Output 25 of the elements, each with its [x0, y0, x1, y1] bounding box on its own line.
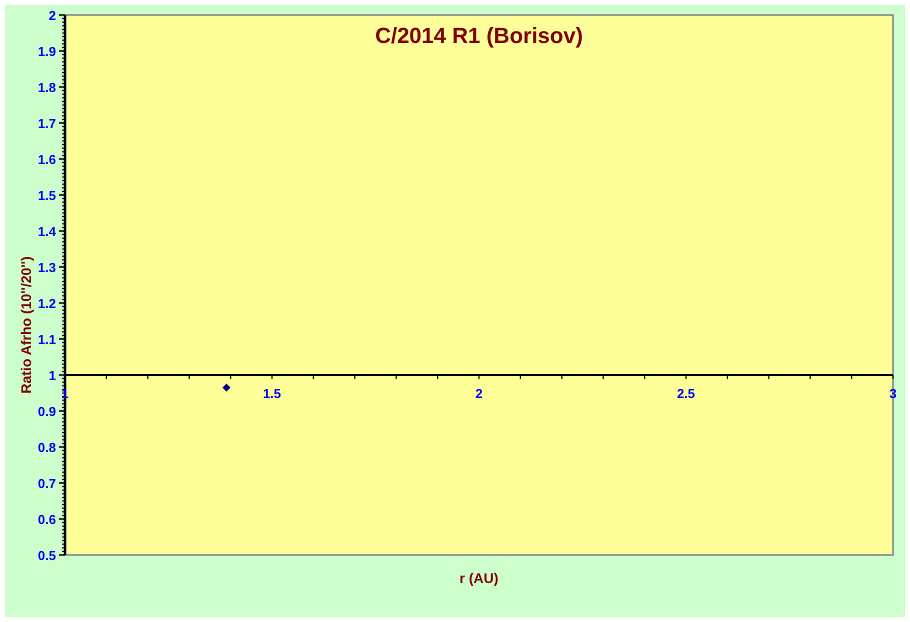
x-tick-label: 2.5: [676, 386, 696, 401]
y-tick-label: 1: [48, 368, 56, 383]
y-tick-label: 1.8: [38, 80, 56, 95]
x-tick-label: 1.5: [262, 386, 282, 401]
y-tick-label: 0.7: [38, 476, 56, 491]
x-tick-label: 2: [475, 386, 483, 401]
y-tick-label: 0.9: [38, 404, 56, 419]
x-axis-title: r (AU): [460, 570, 498, 586]
y-tick-label: 1.1: [38, 332, 56, 347]
y-tick-label: 1.9: [38, 44, 56, 59]
x-tick-label: 3: [889, 386, 897, 401]
y-tick-label: 2: [48, 8, 56, 23]
y-tick-label: 1.6: [38, 152, 56, 167]
y-tick-label: 1.2: [38, 296, 56, 311]
y-tick-label: 0.6: [38, 512, 56, 527]
chart-title: C/2014 R1 (Borisov): [375, 23, 583, 48]
data-point: [222, 384, 230, 392]
y-tick-label: 1.7: [38, 116, 56, 131]
y-tick-label: 0.5: [38, 548, 56, 563]
y-tick-label: 1.5: [38, 188, 56, 203]
y-axis-title: Ratio Afrho (10''/20''): [18, 256, 34, 394]
x-tick-label: 1: [61, 386, 69, 401]
y-tick-label: 1.3: [38, 260, 56, 275]
y-tick-label: 0.8: [38, 440, 56, 455]
y-tick-label: 1.4: [38, 224, 56, 239]
